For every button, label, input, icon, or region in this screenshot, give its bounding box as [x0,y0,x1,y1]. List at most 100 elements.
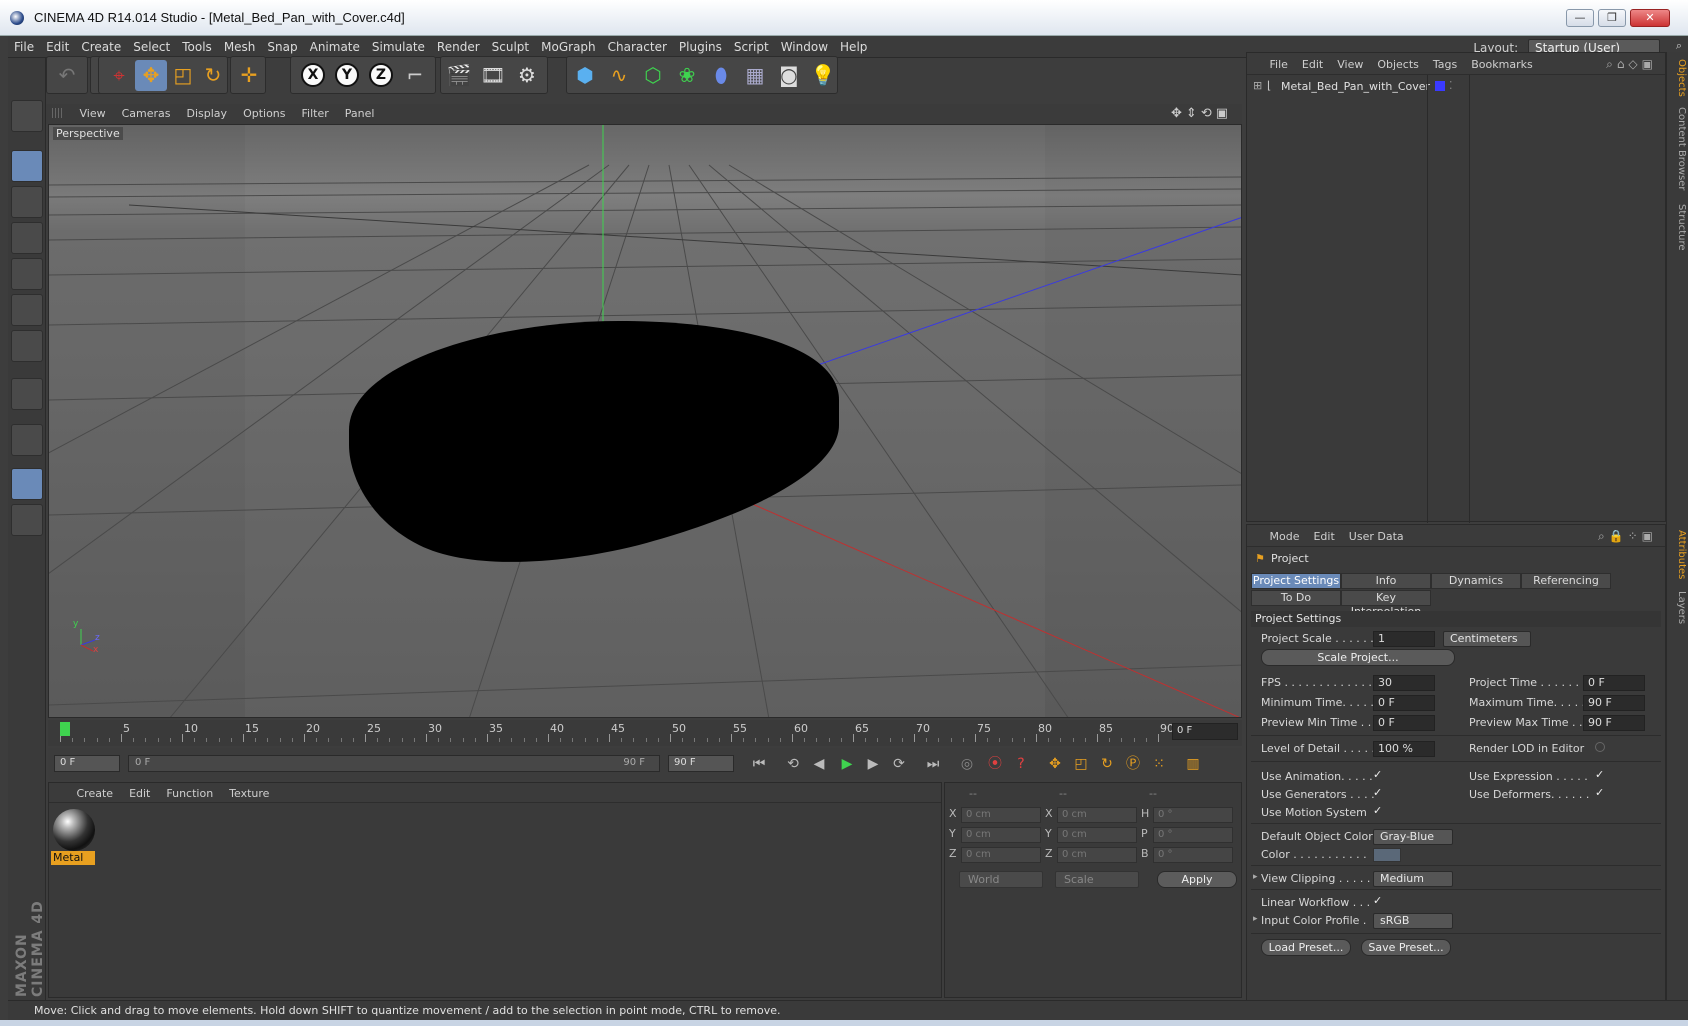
record-icon[interactable]: ⦿ [982,752,1008,776]
tab-key-interpolation[interactable]: Key Interpolation [1341,590,1431,618]
move-tool-icon[interactable]: ✥ [135,60,167,91]
use-animation-checkbox[interactable]: ✓ [1373,769,1385,781]
render-lod-checkbox[interactable] [1595,742,1605,752]
goto-end-icon[interactable]: ⏭ [920,752,946,776]
use-deformers-checkbox[interactable]: ✓ [1595,787,1607,799]
magnet-tool-icon[interactable] [11,424,43,456]
objects-menu-objects[interactable]: Objects [1370,53,1426,71]
timeline-ruler[interactable]: 051015202530354045505560657075808590 0 F [48,720,1242,746]
dock-tab-objects[interactable]: Objects [1669,58,1687,98]
rot-p-field[interactable]: 0 ° [1153,827,1233,843]
search-icon[interactable]: ⌕ [1676,39,1682,53]
preview-range-slider[interactable]: 0 F 90 F [128,755,660,772]
input-color-profile-dropdown[interactable]: sRGB [1373,913,1453,929]
live-selection-icon[interactable]: ⌖ [103,60,135,91]
menu-mesh[interactable]: Mesh [218,36,262,54]
tab-todo[interactable]: To Do [1251,590,1341,606]
metal-material-preview[interactable] [53,809,95,851]
menu-script[interactable]: Script [728,36,775,54]
model-mode-button[interactable] [11,100,43,132]
render-settings-icon[interactable]: ⚙ [511,60,543,91]
menu-snap[interactable]: Snap [261,36,303,54]
key-parameter-icon[interactable]: Ⓟ [1120,752,1146,776]
material-menu-edit[interactable]: Edit [121,783,158,800]
z-axis-lock-icon[interactable]: Z [365,60,397,91]
tab-referencing[interactable]: Referencing [1521,573,1611,589]
size-z-field[interactable]: 0 cm [1057,847,1137,863]
goto-start-icon[interactable]: ⏮ [746,752,772,776]
scale-project-button[interactable]: Scale Project... [1261,649,1455,666]
dock-tab-layers[interactable]: Layers [1669,588,1687,628]
points-mode-icon[interactable] [11,258,43,290]
axis-mode-icon[interactable] [11,378,43,410]
menu-simulate[interactable]: Simulate [366,36,431,54]
objects-menu-bookmarks[interactable]: Bookmarks [1464,53,1539,71]
locked-workplane-icon[interactable] [11,468,43,500]
use-expression-checkbox[interactable]: ✓ [1595,769,1607,781]
menu-plugins[interactable]: Plugins [673,36,728,54]
help-record-icon[interactable]: ? [1008,752,1034,776]
dock-tab-structure[interactable]: Structure [1669,202,1687,252]
rot-h-field[interactable]: 0 ° [1153,807,1233,823]
close-button[interactable]: ✕ [1630,9,1670,27]
menu-mograph[interactable]: MoGraph [535,36,602,54]
prev-frame-icon[interactable]: ◀ [806,752,832,776]
max-time-field[interactable]: 90 F [1583,695,1645,711]
menu-character[interactable]: Character [602,36,673,54]
goto-prev-key-icon[interactable]: ⟲ [780,752,806,776]
array-icon[interactable]: ❀ [671,60,703,91]
menu-select[interactable]: Select [127,36,176,54]
minimize-button[interactable]: — [1566,9,1594,27]
use-motion-checkbox[interactable]: ✓ [1373,805,1385,817]
deformer-icon[interactable]: ⬮ [705,60,737,91]
color-swatch[interactable] [1373,848,1401,862]
light-icon[interactable]: 💡 [807,60,839,91]
linear-workflow-checkbox[interactable]: ✓ [1373,895,1385,907]
key-scale-icon[interactable]: ◰ [1068,752,1094,776]
menu-animate[interactable]: Animate [304,36,366,54]
use-generators-checkbox[interactable]: ✓ [1373,787,1385,799]
menu-window[interactable]: Window [775,36,834,54]
lod-field[interactable]: 100 % [1373,741,1435,757]
viewport-menu-cameras[interactable]: Cameras [114,104,179,120]
expand-triangle-icon[interactable]: ▸ [1253,914,1258,924]
default-object-color-dropdown[interactable]: Gray-Blue [1373,829,1453,845]
undo-icon[interactable]: ↶ [51,60,83,91]
load-preset-button[interactable]: Load Preset... [1261,939,1351,956]
project-time-field[interactable]: 0 F [1583,675,1645,691]
viewport-menu-options[interactable]: Options [235,104,293,120]
rotate-tool-icon[interactable]: ↻ [197,60,229,91]
viewport-nav-icons[interactable]: ✥⇕⟲▣ [1171,106,1232,121]
last-tool-icon[interactable]: ✛ [233,60,265,91]
preview-min-field[interactable]: 0 F [1373,715,1435,731]
workplane-mode-icon[interactable] [11,222,43,254]
viewport-menu-display[interactable]: Display [179,104,236,120]
camera-icon[interactable]: ◙ [773,60,805,91]
fps-field[interactable]: 30 [1373,675,1435,691]
floor-icon[interactable]: ▦ [739,60,771,91]
subdivision-surface-icon[interactable]: ⬡ [637,60,669,91]
pos-z-field[interactable]: 0 cm [961,847,1041,863]
current-frame-field[interactable]: 0 F [1172,723,1238,740]
snap-settings-icon[interactable] [11,504,43,536]
current-frame-marker[interactable] [60,722,70,736]
key-pla-icon[interactable]: ⁙ [1146,752,1172,776]
maximize-button[interactable]: ❐ [1598,9,1626,27]
x-axis-lock-icon[interactable]: X [297,60,329,91]
dock-tab-attributes[interactable]: Attributes [1669,528,1687,582]
key-rotation-icon[interactable]: ↻ [1094,752,1120,776]
menu-create[interactable]: Create [75,36,127,54]
spline-icon[interactable]: ∿ [603,60,635,91]
end-frame-field[interactable]: 90 F [668,755,734,772]
tab-dynamics[interactable]: Dynamics [1431,573,1521,589]
render-picture-viewer-icon[interactable]: 🎞 [477,60,509,91]
expand-triangle-icon[interactable]: ▸ [1253,872,1258,882]
coordinate-system-icon[interactable]: ⌐ [399,60,431,91]
expand-icon[interactable]: ⊞ [1253,79,1262,92]
pos-y-field[interactable]: 0 cm [961,827,1041,843]
next-frame-icon[interactable]: ▶ [860,752,886,776]
size-x-field[interactable]: 0 cm [1057,807,1137,823]
frame-ruler[interactable]: 051015202530354045505560657075808590 [60,720,1174,744]
render-view-icon[interactable]: 🎬 [443,60,475,91]
timeline-window-icon[interactable]: ▥ [1180,752,1206,776]
